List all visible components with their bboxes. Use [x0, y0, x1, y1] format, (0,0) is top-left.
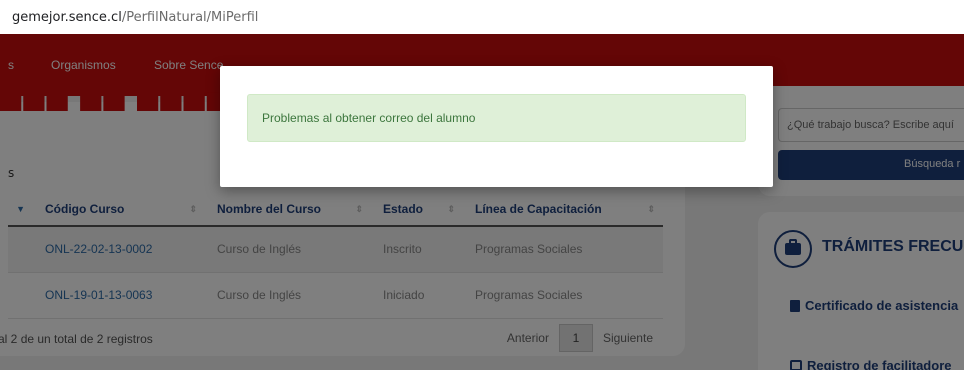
alert-message: Problemas al obtener correo del alumno [247, 94, 746, 142]
url-path: /PerfilNatural/MiPerfil [121, 9, 259, 25]
url-host: gemejor.sence.cl [12, 9, 122, 25]
address-bar[interactable]: gemejor.sence.cl/PerfilNatural/MiPerfil [0, 0, 964, 34]
error-dialog: Problemas al obtener correo del alumno [220, 66, 773, 187]
